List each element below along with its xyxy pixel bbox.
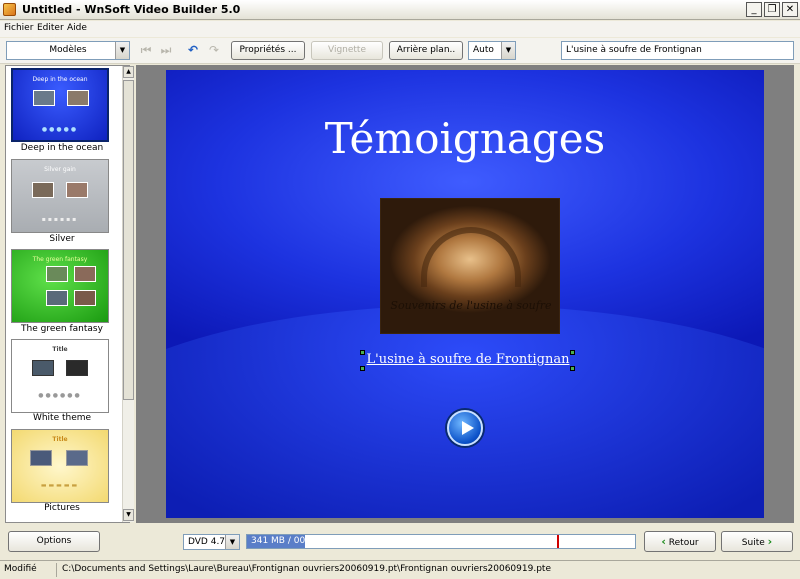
photo-arch-decoration [421, 227, 521, 287]
slide-photo[interactable]: Souvenirs de l'usine à soufre [380, 198, 560, 334]
template-mini-picture [46, 266, 68, 282]
template-mini-buttons: ▪▪▪▪▪▪ [41, 216, 79, 223]
template-mini-title: Title [52, 346, 68, 353]
skip-back-icon[interactable]: ⏮ [139, 43, 153, 57]
template-green-fantasy-thumbnail[interactable]: The green fantasy [11, 249, 109, 323]
arrow-left-icon: ‹ [661, 535, 666, 548]
template-mini-title: The green fantasy [32, 256, 88, 263]
template-mini-picture [67, 90, 89, 106]
properties-button[interactable]: Propriétés ... [231, 41, 305, 60]
template-mini-title: Title [52, 436, 68, 443]
template-silver-thumbnail[interactable]: Silver gain ▪▪▪▪▪▪ [11, 159, 109, 233]
next-button[interactable]: Suite › [721, 531, 793, 552]
status-modified: Modifié [4, 564, 37, 574]
auto-select[interactable]: Auto ▼ [468, 41, 516, 60]
capacity-limit-marker [557, 535, 559, 548]
scrollbar-thumb[interactable] [123, 80, 134, 400]
selection-handle[interactable] [570, 350, 575, 355]
templates-scrollbar[interactable]: ▲ ▼ [122, 66, 134, 522]
capacity-bar: 341 MB / 00:16:16 [246, 534, 636, 549]
template-mini-title: Silver gain [44, 166, 76, 173]
disc-type-select[interactable]: DVD 4.7 ▼ [183, 534, 240, 550]
thumbnail-button[interactable]: Vignette [311, 41, 383, 60]
template-mini-picture [46, 290, 68, 306]
scroll-down-icon[interactable]: ▼ [123, 509, 134, 521]
text-field[interactable]: L'usine à soufre de Frontignan [561, 41, 794, 60]
background-button[interactable]: Arrière plan.. [389, 41, 463, 60]
next-button-label: Suite [741, 538, 765, 548]
template-label[interactable]: The green fantasy [6, 324, 118, 334]
template-mini-buttons: ●●●●●● [38, 392, 82, 399]
template-label[interactable]: Pictures [6, 503, 118, 513]
template-label[interactable]: Silver [6, 234, 118, 244]
template-mini-picture [66, 360, 88, 376]
status-bar: Modifié C:\Documents and Settings\Laure\… [0, 560, 800, 579]
status-divider [56, 563, 57, 577]
capacity-text: 341 MB / 00:16:16 [251, 536, 335, 546]
chevron-down-icon[interactable]: ▼ [225, 535, 239, 549]
selection-handle[interactable] [570, 366, 575, 371]
options-button[interactable]: Options [8, 531, 100, 552]
skip-forward-icon[interactable]: ⏭ [159, 43, 173, 57]
undo-icon[interactable]: ↶ [186, 43, 200, 57]
redo-icon[interactable]: ↷ [207, 43, 221, 57]
scroll-up-icon[interactable]: ▲ [123, 66, 134, 78]
close-button[interactable]: ✕ [782, 2, 798, 17]
template-mini-picture [30, 450, 52, 466]
selection-handle[interactable] [360, 350, 365, 355]
template-label[interactable]: Deep in the ocean [6, 143, 118, 153]
template-mini-buttons: ●●●●● [41, 126, 79, 133]
auto-select-value: Auto [473, 45, 494, 55]
template-mini-picture [66, 450, 88, 466]
play-button[interactable] [447, 410, 483, 446]
disc-type-value: DVD 4.7 [188, 537, 226, 547]
app-icon [3, 3, 16, 16]
template-mini-picture [33, 90, 55, 106]
back-button[interactable]: ‹ Retour [644, 531, 716, 552]
chevron-down-icon[interactable]: ▼ [501, 42, 515, 59]
slide-subtitle-link[interactable]: L'usine à soufre de Frontignan [362, 352, 574, 367]
menu-slide-preview: Témoignages Souvenirs de l'usine à soufr… [166, 70, 764, 518]
preview-stage: Témoignages Souvenirs de l'usine à soufr… [136, 65, 794, 523]
template-pictures-thumbnail[interactable]: Title ▬▬▬▬▬ [11, 429, 109, 503]
title-bar: Untitled - WnSoft Video Builder 5.0 _ ❐ … [0, 0, 800, 20]
template-mini-picture [74, 290, 96, 306]
chevron-down-icon[interactable]: ▼ [115, 42, 129, 59]
template-mini-title: Deep in the ocean [32, 76, 88, 83]
template-label[interactable]: White theme [6, 413, 118, 423]
photo-caption: Souvenirs de l'usine à soufre [390, 299, 552, 312]
arrow-right-icon: › [767, 535, 773, 548]
selection-handle[interactable] [360, 366, 365, 371]
minimize-button[interactable]: _ [746, 2, 762, 17]
template-mini-picture [66, 182, 88, 198]
menu-bar: Fichier Editer Aide [0, 21, 800, 37]
menu-aide[interactable]: Aide [67, 23, 87, 33]
back-button-label: Retour [668, 538, 699, 548]
models-dropdown-value: Modèles [49, 45, 87, 55]
template-mini-picture [32, 182, 54, 198]
window-title: Untitled - WnSoft Video Builder 5.0 [22, 3, 241, 16]
templates-panel: Deep in the ocean ●●●●● Deep in the ocea… [5, 65, 134, 523]
menu-fichier[interactable]: Fichier [4, 23, 33, 33]
template-mini-picture [74, 266, 96, 282]
template-white-theme-thumbnail[interactable]: Title ●●●●●● [11, 339, 109, 413]
restore-button[interactable]: ❐ [764, 2, 780, 17]
template-mini-picture [32, 360, 54, 376]
menu-editer[interactable]: Editer [37, 23, 64, 33]
slide-title[interactable]: Témoignages [166, 114, 764, 163]
template-mini-buttons: ▬▬▬▬▬ [40, 482, 80, 489]
models-dropdown[interactable]: Modèles ▼ [6, 41, 130, 60]
template-deep-ocean-thumbnail[interactable]: Deep in the ocean ●●●●● [11, 68, 109, 142]
status-file-path: C:\Documents and Settings\Laure\Bureau\F… [62, 564, 551, 574]
play-icon [462, 421, 474, 435]
